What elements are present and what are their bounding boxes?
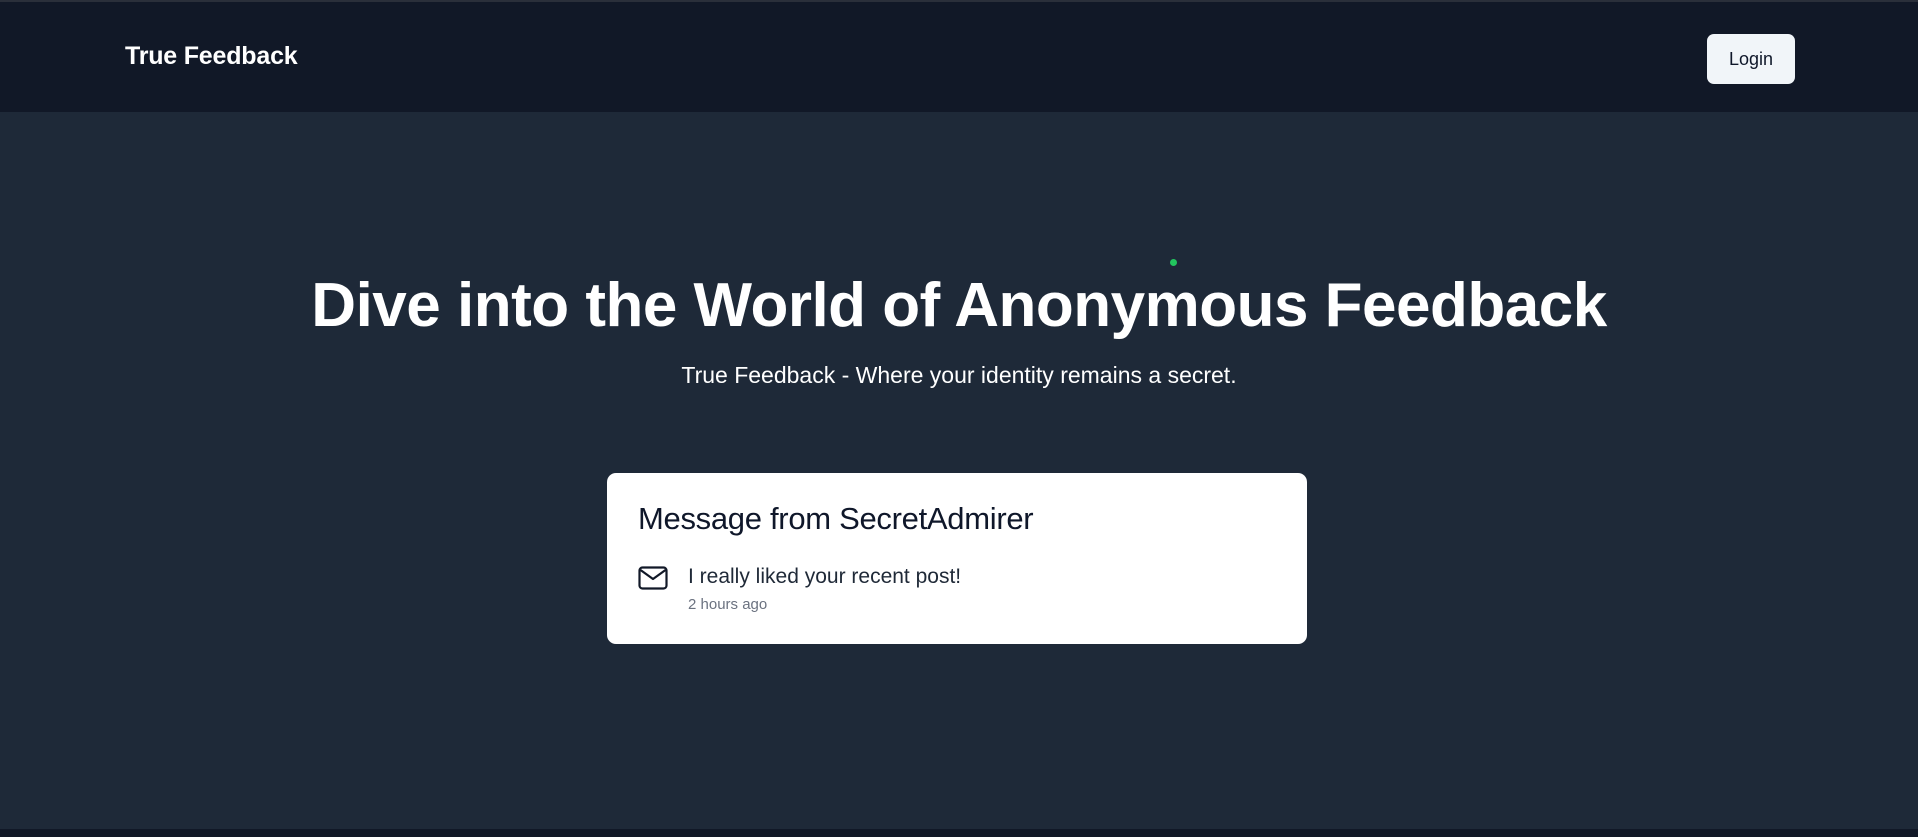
message-card-title: Message from SecretAdmirer bbox=[638, 501, 1034, 536]
brand-logo[interactable]: True Feedback bbox=[125, 42, 298, 71]
message-timestamp: 2 hours ago bbox=[688, 596, 768, 613]
page-bottom-border bbox=[0, 829, 1918, 837]
login-button[interactable]: Login bbox=[1707, 34, 1795, 84]
status-dot bbox=[1170, 259, 1177, 266]
mail-icon bbox=[638, 566, 668, 590]
hero-subtitle: True Feedback - Where your identity rema… bbox=[681, 362, 1237, 388]
hero-section bbox=[0, 112, 1918, 829]
message-card[interactable]: Message from SecretAdmirer I really like… bbox=[607, 473, 1307, 644]
top-navbar: True Feedback Login bbox=[0, 0, 1918, 112]
message-text: I really liked your recent post! bbox=[688, 565, 962, 588]
hero-title: Dive into the World of Anonymous Feedbac… bbox=[311, 271, 1607, 340]
